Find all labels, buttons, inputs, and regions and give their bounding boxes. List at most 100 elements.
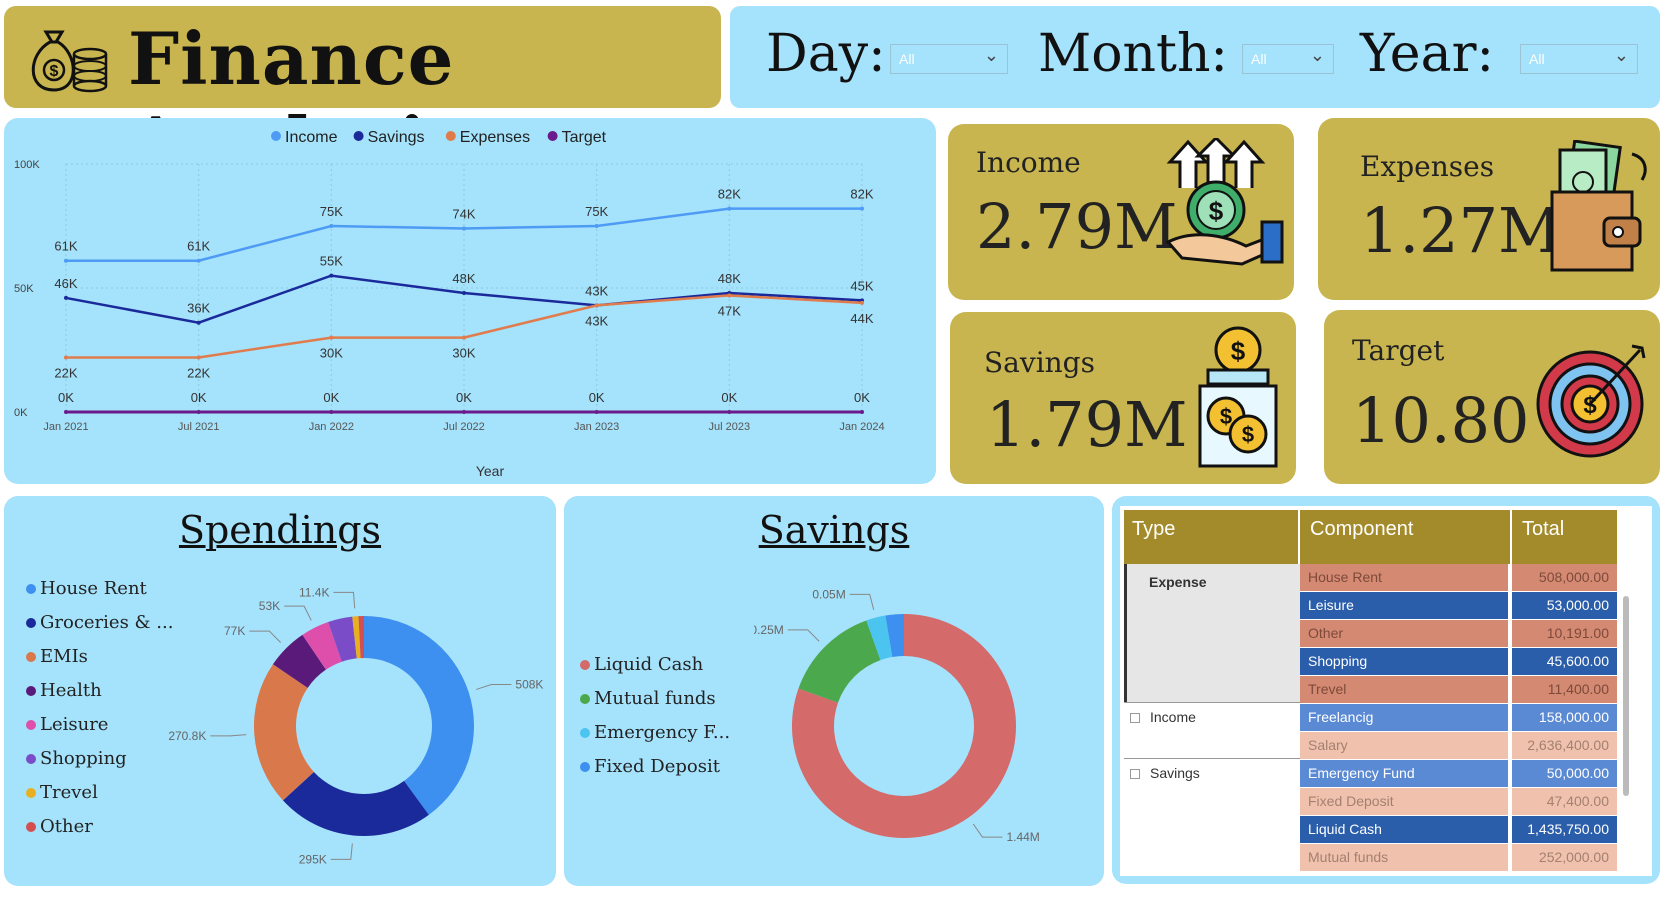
total-cell: 508,000.00 <box>1512 564 1617 592</box>
y-tick-label: 50K <box>14 283 34 295</box>
table-row[interactable]: Shopping 45,600.00 <box>1300 648 1617 676</box>
legend-marker <box>580 728 590 738</box>
slice-label: 1.44M <box>1006 830 1039 844</box>
month-filter-select[interactable]: All ⌄ <box>1242 44 1334 74</box>
total-cell: 11,400.00 <box>1512 676 1617 704</box>
table-row[interactable]: Emergency Fund 50,000.00 <box>1300 760 1617 788</box>
svg-text:$: $ <box>50 63 59 80</box>
slice-label: 295K <box>299 852 327 866</box>
expand-toggle-icon[interactable] <box>1130 769 1140 779</box>
component-cell: Other <box>1300 620 1510 648</box>
legend-label: Savings <box>368 129 425 146</box>
legend-label: House Rent <box>40 578 147 599</box>
data-label: 82K <box>850 187 873 202</box>
legend-marker <box>26 652 36 662</box>
table-row[interactable]: Other 10,191.00 <box>1300 620 1617 648</box>
leader-line <box>787 629 820 642</box>
expenses-kpi-value: 1.27M <box>1360 194 1562 267</box>
month-filter-label: Month: <box>1038 24 1228 84</box>
component-cell: Salary <box>1300 732 1510 760</box>
spendings-donut-chart: 508K 295K 270.8K 77K 53K 11.4K <box>168 585 543 866</box>
data-point <box>727 410 732 414</box>
legend-label: Other <box>40 816 93 837</box>
data-label: 43K <box>585 283 608 298</box>
legend-item[interactable]: Fixed Deposit <box>580 756 760 780</box>
data-point <box>860 300 864 305</box>
x-tick-label: Jan 2023 <box>574 421 619 433</box>
table-row[interactable]: Leisure 53,000.00 <box>1300 592 1617 620</box>
data-point <box>64 295 68 300</box>
breakdown-table: Type Component Total Expense Income Savi… <box>1120 506 1652 876</box>
savings-kpi-card: Savings 1.79M $ $ $ <box>950 312 1296 484</box>
svg-text:$: $ <box>1242 422 1254 447</box>
table-scrollbar[interactable] <box>1623 596 1629 796</box>
table-row[interactable]: Fixed Deposit 47,400.00 <box>1300 788 1617 816</box>
legend-marker <box>353 131 364 141</box>
svg-text:$: $ <box>1220 404 1232 429</box>
expenses-kpi-label: Expenses <box>1360 150 1495 183</box>
table-header-component-label: Component <box>1302 510 1510 549</box>
legend-marker <box>26 686 36 696</box>
table-header-row: Type Component Total <box>1124 510 1617 564</box>
table-row[interactable]: Salary 2,636,400.00 <box>1300 732 1617 760</box>
table-header-total: Total <box>1514 510 1617 564</box>
data-point <box>462 226 466 231</box>
title-panel: $ Finance Analysis <box>4 6 721 186</box>
data-point <box>462 410 466 414</box>
total-cell: 50,000.00 <box>1512 760 1617 788</box>
expand-toggle-icon[interactable] <box>1130 713 1140 723</box>
legend-label: Fixed Deposit <box>594 756 720 777</box>
leader-line <box>284 605 312 621</box>
total-cell: 158,000.00 <box>1512 704 1617 732</box>
data-label: 61K <box>54 239 77 254</box>
data-label: 48K <box>452 271 475 286</box>
table-row[interactable]: Freelancig 158,000.00 <box>1300 704 1617 732</box>
legend-item[interactable]: Emergency F... <box>580 722 760 746</box>
component-cell: Emergency Fund <box>1300 760 1510 788</box>
leader-line <box>210 734 247 737</box>
data-label: 44K <box>850 311 873 326</box>
data-label: 0K <box>323 390 339 405</box>
savings-title: Savings <box>758 508 910 552</box>
slice-label: 0.05M <box>812 587 845 601</box>
component-cell: Mutual funds <box>1300 844 1510 872</box>
data-point <box>329 224 334 228</box>
slice-label: 11.4K <box>299 585 329 599</box>
x-tick-label: Jan 2022 <box>309 421 354 433</box>
spendings-panel: Spendings House Rent Groceries & ... EMIs H… <box>4 496 556 886</box>
data-label: 43K <box>585 313 608 328</box>
day-filter-select[interactable]: All ⌄ <box>890 44 1008 74</box>
data-point <box>64 258 68 263</box>
leader-line <box>333 591 356 609</box>
legend-item[interactable]: Mutual funds <box>580 688 760 712</box>
table-header-type: Type <box>1124 510 1300 564</box>
target-kpi-label: Target <box>1352 334 1445 367</box>
chevron-down-icon: ⌄ <box>1613 45 1629 65</box>
slice-label: 270.8K <box>168 729 206 743</box>
year-filter-select[interactable]: All ⌄ <box>1520 44 1638 74</box>
component-cell: House Rent <box>1300 564 1510 592</box>
legend-item[interactable]: Liquid Cash <box>580 654 760 678</box>
leader-line <box>476 683 512 690</box>
legend-label: EMIs <box>40 646 88 667</box>
income-kpi-label: Income <box>976 146 1081 179</box>
x-tick-label: Jul 2023 <box>709 421 751 433</box>
day-filter-label: Day: <box>766 24 886 84</box>
table-group-expense-label: Expense <box>1149 574 1207 590</box>
legend-marker <box>445 131 456 141</box>
data-point <box>727 206 732 211</box>
table-row[interactable]: Liquid Cash 1,435,750.00 <box>1300 816 1617 844</box>
slice-label: 0.25M <box>754 623 784 637</box>
table-row[interactable]: Trevel 11,400.00 <box>1300 676 1617 704</box>
legend-marker <box>26 822 36 832</box>
data-label: 75K <box>585 204 608 219</box>
year-filter-label: Year: <box>1360 24 1494 84</box>
leader-line <box>249 630 281 643</box>
data-point <box>594 224 599 228</box>
total-cell: 47,400.00 <box>1512 788 1617 816</box>
table-row[interactable]: Mutual funds 252,000.00 <box>1300 844 1617 872</box>
data-label: 36K <box>187 301 210 316</box>
data-point <box>594 410 599 414</box>
wallet-cash-icon <box>1550 140 1647 272</box>
table-row[interactable]: House Rent 508,000.00 <box>1300 564 1617 592</box>
